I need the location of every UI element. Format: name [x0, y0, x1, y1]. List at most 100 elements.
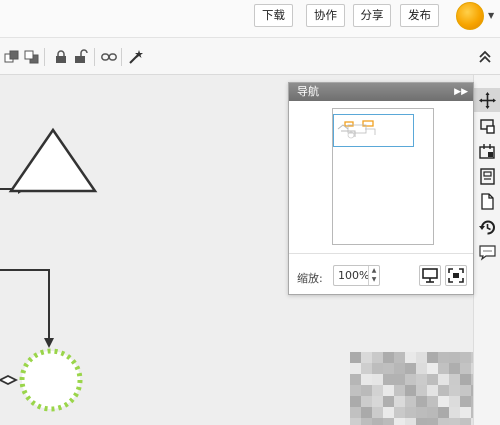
blur-pixel — [361, 374, 372, 385]
blur-pixel — [394, 352, 405, 363]
blur-pixel — [449, 396, 460, 407]
blur-pixel — [383, 374, 394, 385]
blur-pixel — [383, 352, 394, 363]
blur-pixel — [383, 407, 394, 418]
toolbar-divider — [94, 48, 95, 66]
blur-pixel — [383, 385, 394, 396]
blur-pixel — [438, 407, 449, 418]
blur-pixel — [449, 407, 460, 418]
toolbar-divider — [121, 48, 122, 66]
fit-page-button[interactable] — [419, 265, 441, 286]
presentation-icon — [422, 268, 438, 283]
blur-pixel — [449, 418, 460, 425]
blur-pixel — [438, 396, 449, 407]
blur-pixel — [372, 374, 383, 385]
fullscreen-button[interactable] — [445, 265, 467, 286]
chevron-double-up-icon[interactable] — [477, 49, 493, 65]
blur-pixel — [416, 374, 427, 385]
blur-pixel — [427, 418, 438, 425]
blur-pixel — [438, 352, 449, 363]
blur-pixel — [383, 363, 394, 374]
history-icon[interactable] — [478, 218, 497, 237]
blur-pixel — [416, 407, 427, 418]
blur-pixel — [372, 418, 383, 425]
blur-pixel — [427, 352, 438, 363]
triangle-shape — [8, 127, 98, 193]
navigator-icon[interactable] — [478, 91, 497, 110]
page-settings-icon[interactable] — [478, 142, 497, 161]
blur-pixel — [350, 363, 361, 374]
navigator-header[interactable]: 导航 ▶▶ — [289, 83, 473, 101]
navigator-viewport[interactable] — [333, 114, 414, 147]
blur-pixel — [394, 385, 405, 396]
blur-pixel — [394, 363, 405, 374]
blur-pixel — [361, 363, 372, 374]
blur-pixel — [405, 396, 416, 407]
blur-pixel — [394, 396, 405, 407]
navigator-title: 导航 — [297, 85, 319, 98]
blur-pixel — [372, 385, 383, 396]
blur-pixel — [372, 352, 383, 363]
blur-pixel — [460, 363, 471, 374]
blur-pixel — [350, 407, 361, 418]
zoom-spinner[interactable]: ▲ ▼ — [368, 266, 379, 285]
arrowhead — [44, 338, 54, 348]
page-icon[interactable] — [478, 192, 497, 211]
blur-pixel — [361, 407, 372, 418]
panel-divider — [289, 253, 473, 254]
blur-pixel — [361, 385, 372, 396]
toolbar-divider — [44, 48, 45, 66]
blur-pixel — [383, 418, 394, 425]
blur-pixel — [416, 385, 427, 396]
bring-front-icon[interactable] — [4, 49, 20, 65]
comment-icon[interactable] — [478, 243, 497, 262]
blur-pixel — [460, 418, 471, 425]
send-back-icon[interactable] — [24, 49, 40, 65]
blur-pixel — [438, 385, 449, 396]
blur-pixel — [416, 396, 427, 407]
publish-button[interactable]: 发布 — [400, 4, 439, 27]
share-button[interactable]: 分享 — [353, 4, 391, 27]
zoom-value[interactable]: 100% — [338, 269, 369, 282]
blur-pixel — [405, 363, 416, 374]
clipboard-icon[interactable] — [478, 167, 497, 186]
blur-pixel — [405, 385, 416, 396]
user-avatar[interactable] — [456, 2, 484, 30]
blur-pixel — [427, 407, 438, 418]
collapse-panel-icon[interactable]: ▶▶ — [454, 83, 468, 101]
blur-pixel — [350, 418, 361, 425]
zoom-label: 缩放: — [297, 272, 323, 285]
blur-pixel — [405, 352, 416, 363]
download-button[interactable]: 下载 — [254, 4, 293, 27]
blurred-image — [350, 352, 473, 425]
blur-pixel — [449, 374, 460, 385]
chevron-down-icon[interactable]: ▼ — [488, 11, 494, 20]
blur-pixel — [405, 374, 416, 385]
circle-shape — [19, 348, 83, 412]
diamond-marker — [0, 374, 19, 386]
lock-icon[interactable] — [53, 49, 69, 65]
zoom-stepper[interactable]: 100% ▲ ▼ — [333, 265, 380, 286]
collaborate-button[interactable]: 协作 — [306, 4, 345, 27]
blur-pixel — [383, 396, 394, 407]
blur-pixel — [350, 374, 361, 385]
navigator-panel: 导航 ▶▶ 缩放: 100% ▲ ▼ — [288, 82, 474, 295]
blur-pixel — [394, 407, 405, 418]
format-icon[interactable] — [478, 117, 497, 136]
link-icon[interactable] — [101, 49, 117, 65]
unlock-icon[interactable] — [73, 49, 89, 65]
blur-pixel — [460, 407, 471, 418]
blur-pixel — [449, 363, 460, 374]
blur-pixel — [405, 418, 416, 425]
blur-pixel — [350, 352, 361, 363]
blur-pixel — [460, 385, 471, 396]
blur-pixel — [416, 418, 427, 425]
navigator-preview[interactable] — [332, 108, 434, 245]
blur-pixel — [416, 352, 427, 363]
blur-pixel — [427, 374, 438, 385]
magic-wand-icon[interactable] — [128, 49, 144, 65]
blur-pixel — [372, 407, 383, 418]
blur-pixel — [361, 418, 372, 425]
blur-pixel — [372, 363, 383, 374]
blur-pixel — [460, 396, 471, 407]
